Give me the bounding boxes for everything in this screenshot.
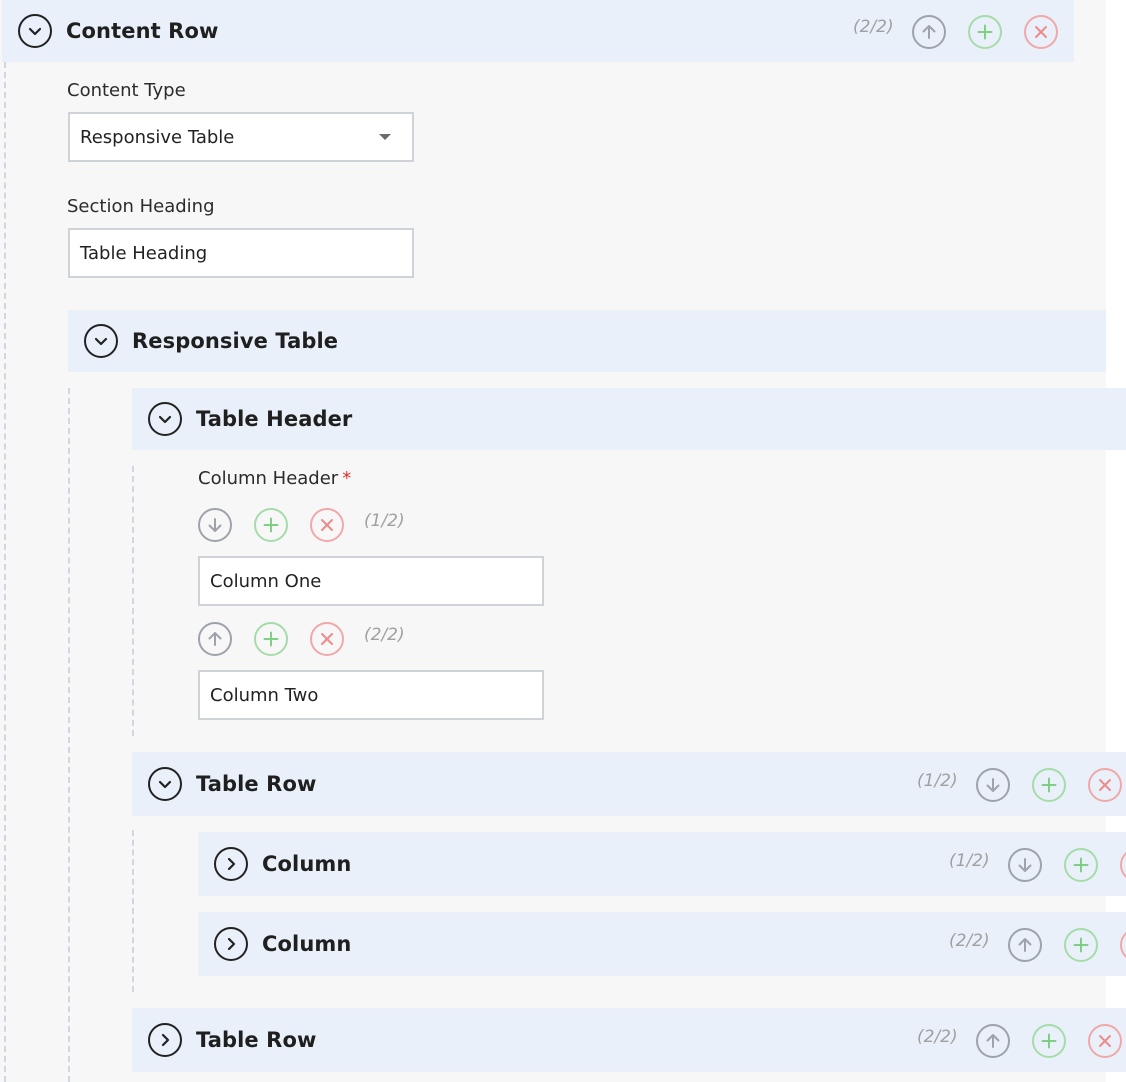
column-header-item-actions [198, 622, 344, 656]
column-header-item-actions [198, 508, 344, 542]
plus-icon [977, 24, 993, 40]
chevron-right-icon [161, 1033, 170, 1047]
section-heading-input[interactable]: Table Heading [68, 228, 414, 278]
table-header-guide-line [132, 466, 134, 736]
column-actions [1008, 928, 1126, 962]
arrow-up-icon [1018, 938, 1032, 952]
section-heading-label: Section Heading [67, 196, 215, 217]
arrow-up-icon [208, 632, 222, 646]
table-row-actions [976, 768, 1122, 802]
column-expand-toggle[interactable] [214, 847, 248, 881]
column-header-move-up-button[interactable] [198, 622, 232, 656]
content-row-add-button[interactable] [968, 15, 1002, 49]
column-header-counter: (2/2) [364, 625, 405, 645]
column-move-up-button[interactable] [1008, 928, 1042, 962]
close-icon [1099, 779, 1111, 791]
table-row-counter: (2/2) [917, 1027, 958, 1047]
table-row-delete-button[interactable] [1088, 768, 1122, 802]
arrow-down-icon [986, 778, 1000, 792]
column-add-button[interactable] [1064, 848, 1098, 882]
column-header-counter: (1/2) [364, 511, 405, 531]
section-heading-value: Table Heading [80, 242, 208, 264]
chevron-down-icon [158, 780, 172, 789]
column-header-delete-button[interactable] [310, 508, 344, 542]
content-row-title: Content Row [66, 19, 219, 43]
column-header-input[interactable] [198, 556, 544, 606]
table-header-title: Table Header [196, 407, 353, 431]
plus-icon [1073, 857, 1089, 873]
chevron-right-icon [227, 857, 236, 871]
content-type-select[interactable]: Responsive Table [68, 112, 414, 162]
column-actions [1008, 848, 1126, 882]
content-row-collapse-toggle[interactable] [18, 14, 52, 48]
responsive-table-title: Responsive Table [132, 329, 339, 353]
chevron-down-icon [28, 27, 42, 36]
table-row-move-down-button[interactable] [976, 768, 1010, 802]
arrow-up-icon [986, 1034, 1000, 1048]
column-counter: (1/2) [949, 851, 990, 871]
table-row-guide-line [132, 830, 134, 992]
column-header-delete-button[interactable] [310, 622, 344, 656]
column-counter: (2/2) [949, 931, 990, 951]
table-header-collapse-toggle[interactable] [148, 402, 182, 436]
table-row-collapse-toggle[interactable] [148, 767, 182, 801]
table-row-expand-toggle[interactable] [148, 1023, 182, 1057]
close-icon [1035, 26, 1047, 38]
plus-icon [1041, 777, 1057, 793]
responsive-table-guide-line [68, 388, 70, 1082]
plus-icon [263, 631, 279, 647]
column-add-button[interactable] [1064, 928, 1098, 962]
content-type-label: Content Type [67, 80, 186, 101]
content-row-counter: (2/2) [853, 17, 894, 37]
column-header-add-button[interactable] [254, 622, 288, 656]
arrow-down-icon [1018, 858, 1032, 872]
table-row-actions [976, 1024, 1122, 1058]
arrow-down-icon [208, 518, 222, 532]
arrow-up-icon [922, 25, 936, 39]
table-row-delete-button[interactable] [1088, 1024, 1122, 1058]
column-header-move-down-button[interactable] [198, 508, 232, 542]
table-row-counter: (1/2) [917, 771, 958, 791]
column-move-down-button[interactable] [1008, 848, 1042, 882]
chevron-right-icon [227, 937, 236, 951]
content-row-actions [912, 15, 1058, 49]
responsive-table-collapse-toggle[interactable] [84, 324, 118, 358]
table-row-add-button[interactable] [1032, 768, 1066, 802]
required-mark: * [342, 468, 352, 489]
column-header-input[interactable] [198, 670, 544, 720]
column-delete-button[interactable] [1120, 928, 1126, 962]
content-row-delete-button[interactable] [1024, 15, 1058, 49]
content-row-guide-line [4, 62, 6, 1082]
column-title: Column [262, 932, 352, 956]
table-header-header: Table Header [132, 388, 1126, 450]
table-row-title: Table Row [196, 772, 317, 796]
content-type-selected-value: Responsive Table [80, 126, 235, 148]
plus-icon [263, 517, 279, 533]
responsive-table-header: Responsive Table [68, 310, 1106, 372]
plus-icon [1041, 1033, 1057, 1049]
chevron-down-icon [94, 337, 108, 346]
column-header-label-text: Column Header [198, 468, 339, 489]
close-icon [1099, 1035, 1111, 1047]
column-header-add-button[interactable] [254, 508, 288, 542]
close-icon [321, 633, 333, 645]
chevron-down-icon [158, 415, 172, 424]
table-row-move-up-button[interactable] [976, 1024, 1010, 1058]
content-row-move-up-button[interactable] [912, 15, 946, 49]
chevron-down-icon [379, 134, 391, 140]
table-row-add-button[interactable] [1032, 1024, 1066, 1058]
column-title: Column [262, 852, 352, 876]
column-expand-toggle[interactable] [214, 927, 248, 961]
column-header-label: Column Header * [198, 468, 351, 489]
column-delete-button[interactable] [1120, 848, 1126, 882]
plus-icon [1073, 937, 1089, 953]
close-icon [321, 519, 333, 531]
table-row-title: Table Row [196, 1028, 317, 1052]
